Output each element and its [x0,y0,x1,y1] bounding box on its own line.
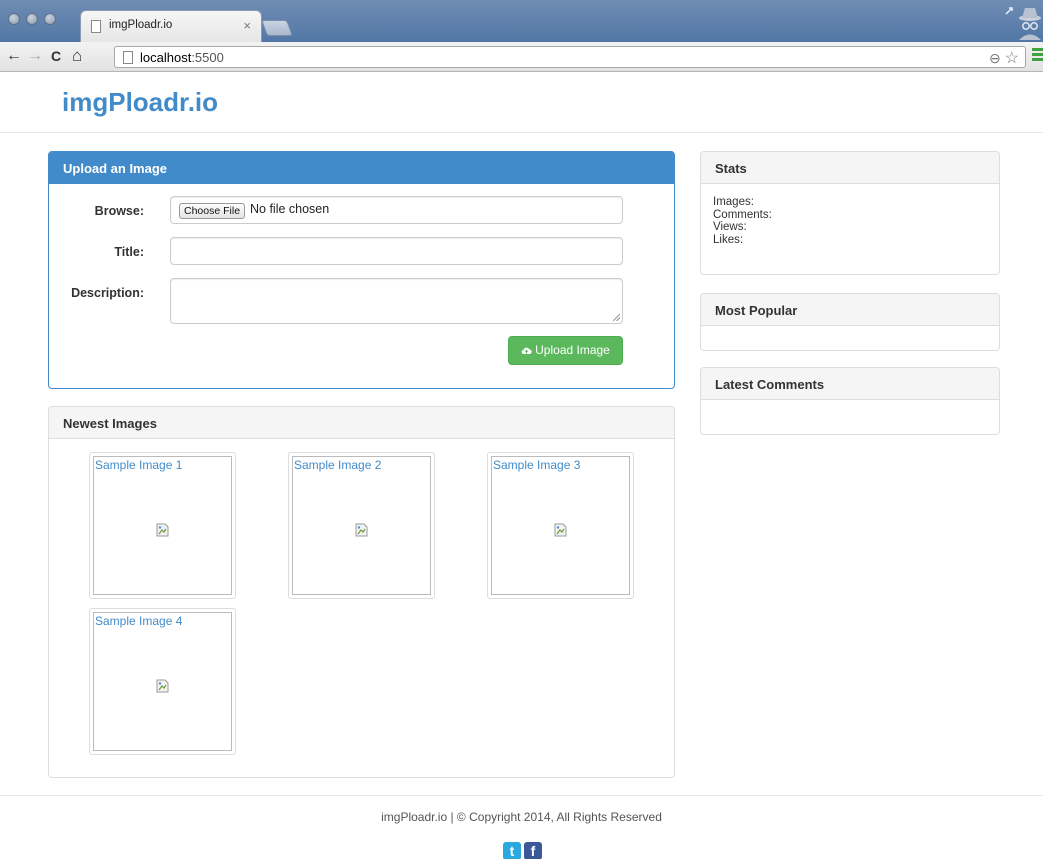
newest-images-panel: Newest Images Sample Image 1 Sample Imag… [48,406,675,778]
stat-views: Views: [713,221,747,233]
cloud-upload-icon [521,347,532,355]
image-title-link[interactable]: Sample Image 1 [95,458,182,472]
forward-button[interactable]: → [27,47,43,65]
url-text: localhost:5500 [140,50,224,65]
image-title-link[interactable]: Sample Image 4 [95,614,182,628]
star-icon[interactable]: ☆ [1005,50,1019,67]
image-thumbnail[interactable]: Sample Image 1 [89,452,236,599]
stats-heading: Stats [701,152,999,184]
broken-image-icon [355,523,368,537]
broken-image-icon [554,523,567,537]
window-zoom-button[interactable] [44,13,56,25]
broken-image-icon [156,523,169,537]
zoom-icon[interactable]: ⊖ [989,50,1001,66]
new-tab-button[interactable] [261,20,293,36]
browser-tab[interactable]: imgPloadr.io × [80,10,262,42]
facebook-icon[interactable]: f [524,842,542,859]
stat-comments: Comments: [713,208,772,221]
image-title-link[interactable]: Sample Image 2 [294,458,381,472]
upload-panel-heading: Upload an Image [49,152,674,184]
image-title-link[interactable]: Sample Image 3 [493,458,580,472]
window-close-button[interactable] [8,13,20,25]
latest-comments-panel: Latest Comments [700,367,1000,435]
incognito-icon [1005,7,1041,40]
footer-copyright: imgPloadr.io | © Copyright 2014, All Rig… [381,810,662,824]
reload-button[interactable]: C [51,47,61,65]
site-footer: imgPloadr.io | © Copyright 2014, All Rig… [0,795,1043,859]
stats-body: Images: Comments: Views: Likes: [701,184,999,246]
choose-file-button[interactable]: Choose File [179,203,246,219]
description-label: Description: [71,286,144,300]
browser-title-bar: imgPloadr.io × [0,0,1043,42]
page-icon [123,51,133,64]
page-icon [91,20,101,33]
window-minimize-button[interactable] [26,13,38,25]
title-input[interactable] [170,237,623,265]
upload-button-label: Upload Image [535,343,610,357]
site-header: imgPloadr.io [0,73,1043,133]
address-bar[interactable]: localhost:5500 ⊖ ☆ [114,46,1026,68]
broken-image-icon [156,679,169,693]
stats-panel: Stats Images: Comments: Views: Likes: [700,151,1000,275]
stat-images: Images: [713,196,754,208]
resize-grip-icon[interactable] [613,314,620,321]
most-popular-heading: Most Popular [701,294,999,326]
title-label: Title: [114,245,144,259]
stat-likes: Likes: [713,233,744,246]
back-button[interactable]: ← [6,47,22,65]
image-thumbnail[interactable]: Sample Image 3 [487,452,634,599]
latest-comments-heading: Latest Comments [701,368,999,400]
browser-toolbar: ← → C ⌂ localhost:5500 ⊖ ☆ [0,42,1043,72]
file-input[interactable]: Choose File No file chosen [170,196,623,224]
file-status: No file chosen [250,202,330,216]
upload-panel: Upload an Image Browse: Choose File No f… [48,151,675,389]
image-thumbnail[interactable]: Sample Image 2 [288,452,435,599]
most-popular-panel: Most Popular [700,293,1000,351]
twitter-icon[interactable]: t [503,842,521,859]
image-thumbnail[interactable]: Sample Image 4 [89,608,236,755]
menu-icon[interactable] [1032,48,1043,64]
tab-close-icon[interactable]: × [243,18,251,33]
brand-link[interactable]: imgPloadr.io [62,87,218,118]
upload-image-button[interactable]: Upload Image [508,336,623,365]
description-textarea[interactable] [170,278,623,324]
browse-label: Browse: [94,204,144,218]
home-button[interactable]: ⌂ [72,47,82,65]
newest-images-heading: Newest Images [49,407,674,439]
tab-title: imgPloadr.io [109,19,173,31]
omnibox-icons: ⊖ ☆ [989,48,1019,68]
